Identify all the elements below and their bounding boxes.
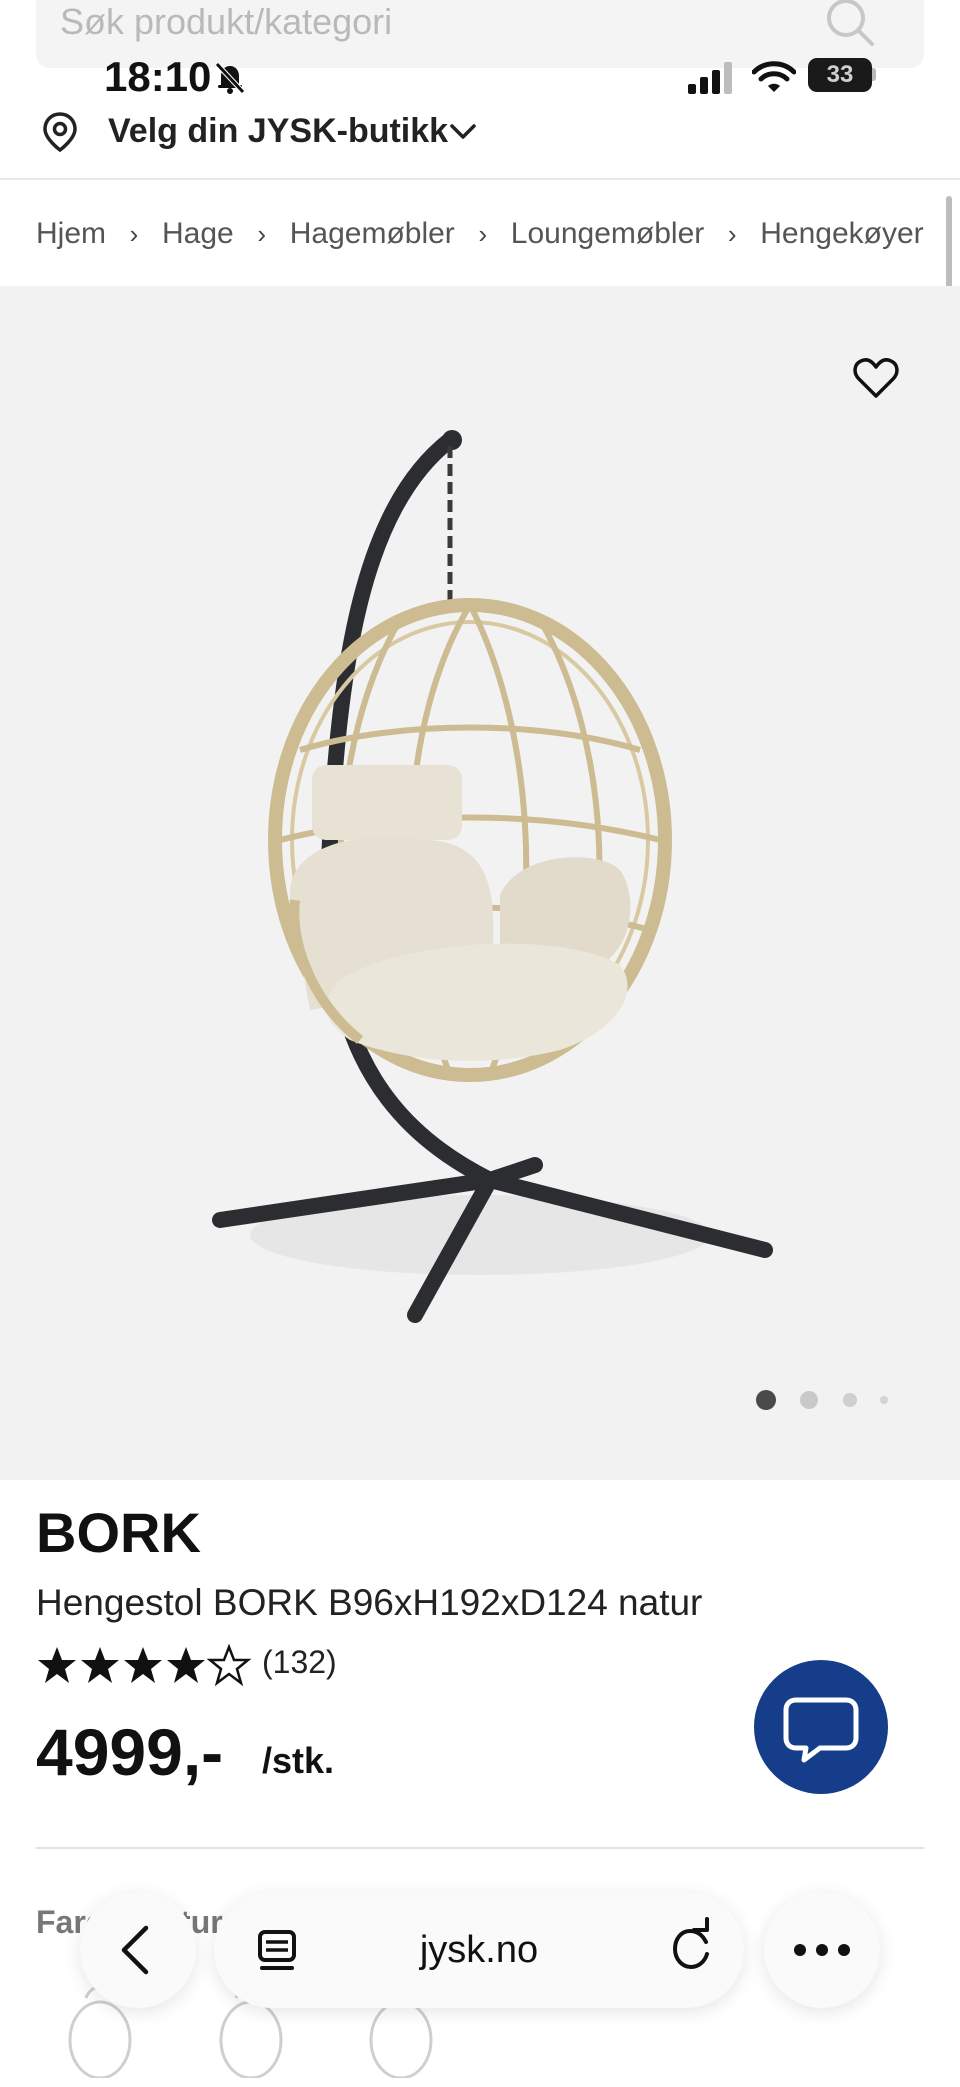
chevron-left-icon bbox=[121, 1925, 149, 1975]
browser-address-bar[interactable]: jysk.no bbox=[214, 1892, 744, 2008]
product-brand: BORK bbox=[36, 1501, 201, 1564]
breadcrumb: Hjem › Hage › Hagemøbler › Loungemøbler › Hengek… bbox=[36, 212, 924, 256]
review-count[interactable]: (132) bbox=[262, 1640, 337, 1684]
breadcrumb-item-hengekoyer[interactable]: Hengekøyer og hengestoler bbox=[760, 217, 924, 250]
more-icon bbox=[794, 1944, 850, 1956]
store-selector[interactable]: Velg din JYSK-butikk bbox=[108, 108, 448, 154]
info-divider bbox=[36, 1847, 924, 1849]
url-text[interactable]: jysk.no bbox=[314, 1892, 644, 2008]
breadcrumb-item-hage[interactable]: Hage bbox=[162, 217, 234, 250]
bell-slash-icon bbox=[215, 62, 245, 94]
gallery-pagination-dots[interactable] bbox=[750, 1388, 900, 1412]
chevron-right-icon: › bbox=[478, 219, 488, 249]
heart-icon[interactable] bbox=[852, 356, 900, 400]
chevron-right-icon: › bbox=[129, 219, 139, 249]
wifi-icon bbox=[752, 61, 796, 92]
breadcrumb-item-hjem[interactable]: Hjem bbox=[36, 217, 106, 250]
product-image-hanging-chair bbox=[212, 430, 773, 1323]
location-pin-icon[interactable] bbox=[40, 110, 80, 154]
browser-more-button[interactable] bbox=[764, 1892, 880, 2008]
search-placeholder: Søk produkt/kategori bbox=[60, 1, 393, 42]
signal-icon bbox=[688, 62, 732, 94]
rating-stars[interactable] bbox=[36, 1644, 252, 1688]
tabs-icon[interactable] bbox=[250, 1892, 306, 2008]
chevron-right-icon: › bbox=[727, 219, 737, 249]
search-icon[interactable] bbox=[822, 0, 878, 52]
chevron-right-icon: › bbox=[257, 219, 267, 249]
product-price: 4999,- bbox=[36, 1715, 224, 1789]
chat-button[interactable] bbox=[754, 1660, 888, 1794]
browser-back-button[interactable] bbox=[80, 1892, 196, 2008]
chat-bubble-icon bbox=[783, 1697, 859, 1763]
battery-level: 33 bbox=[826, 61, 854, 88]
breadcrumb-item-hagemobler[interactable]: Hagemøbler bbox=[290, 217, 455, 250]
header-divider bbox=[0, 178, 960, 180]
chevron-down-icon[interactable] bbox=[446, 116, 480, 146]
breadcrumb-item-loungemobler[interactable]: Loungemøbler bbox=[511, 217, 704, 250]
status-time: 18:10 bbox=[104, 53, 212, 100]
reload-icon[interactable] bbox=[666, 1892, 722, 2008]
battery-tip bbox=[872, 68, 876, 81]
price-unit: /stk. bbox=[262, 1740, 335, 1781]
product-title: Hengestol BORK B96xH192xD124 natur bbox=[36, 1582, 703, 1623]
